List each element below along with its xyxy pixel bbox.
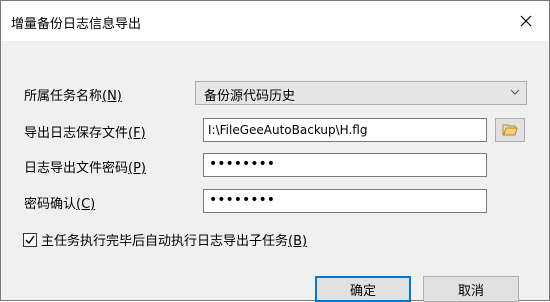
confirm-password-field[interactable]: •••••••• (203, 189, 487, 213)
title-bar[interactable]: 增量备份日志信息导出 (1, 1, 549, 41)
close-button[interactable] (503, 1, 549, 41)
ok-button[interactable]: 确定 (315, 276, 411, 302)
auto-export-option[interactable]: 主任务执行完毕后自动执行日志导出子任务(B) (23, 230, 307, 249)
auto-export-label: 主任务执行完毕后自动执行日志导出子任务(B) (41, 234, 308, 249)
close-icon (520, 15, 532, 27)
confirm-password-label: 密码确认(C) (24, 197, 96, 212)
confirm-password-value: •••••••• (209, 192, 276, 208)
folder-icon (502, 124, 518, 136)
chevron-down-icon (510, 89, 520, 95)
dialog-window: 增量备份日志信息导出 所属任务名称(N) 备份源代码历史 导出日志保存文件(F)… (0, 0, 550, 302)
window-title: 增量备份日志信息导出 (11, 17, 142, 32)
log-file-input[interactable]: I:\FileGeeAutoBackup\H.flg (203, 118, 487, 142)
log-file-value: I:\FileGeeAutoBackup\H.flg (208, 123, 368, 137)
password-field[interactable]: •••••••• (203, 153, 487, 177)
auto-export-checkbox[interactable] (23, 232, 37, 247)
checkmark-icon (25, 235, 35, 244)
task-name-value: 备份源代码历史 (204, 89, 296, 104)
task-name-select[interactable]: 备份源代码历史 (195, 81, 527, 105)
password-label: 日志导出文件密码(P) (24, 161, 146, 176)
password-value: •••••••• (209, 156, 276, 172)
log-file-label: 导出日志保存文件(F) (24, 126, 146, 141)
task-name-label: 所属任务名称(N) (24, 89, 122, 104)
cancel-button[interactable]: 取消 (423, 276, 519, 302)
browse-folder-button[interactable] (495, 118, 525, 142)
